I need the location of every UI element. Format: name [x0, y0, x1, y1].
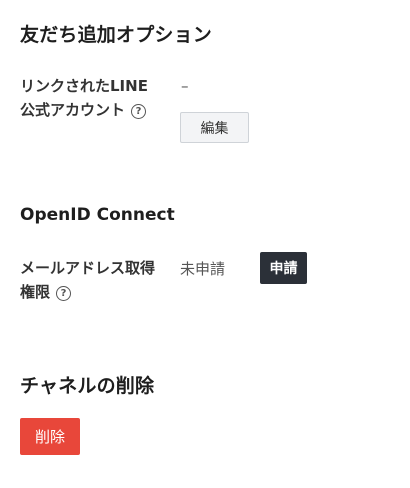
linked-account-label: リンクされたLINE 公式アカウント?	[20, 74, 148, 122]
apply-email-permission-button[interactable]: 申請	[260, 252, 307, 284]
friend-options-title: 友だち追加オプション	[20, 24, 213, 46]
linked-account-label-line1: リンクされたLINE	[20, 77, 148, 95]
linked-account-value: –	[181, 77, 189, 95]
edit-linked-account-button[interactable]: 編集	[180, 112, 249, 143]
email-permission-label-text: 権限	[20, 283, 51, 301]
linked-account-label-text: 公式アカウント	[20, 101, 126, 119]
linked-account-label-line2: 公式アカウント?	[20, 98, 148, 122]
email-permission-label-line1: メールアドレス取得	[20, 259, 156, 277]
openid-section-title: OpenID Connect	[20, 205, 175, 225]
email-permission-label-line2: 権限?	[20, 280, 155, 304]
help-circle-icon[interactable]: ?	[131, 104, 147, 119]
email-permission-label: メールアドレス取得 権限?	[20, 256, 155, 304]
help-circle-icon[interactable]: ?	[56, 286, 72, 301]
email-permission-status: 未申請	[180, 260, 226, 278]
delete-channel-button[interactable]: 削除	[20, 418, 80, 455]
delete-channel-title: チャネルの削除	[20, 375, 155, 397]
